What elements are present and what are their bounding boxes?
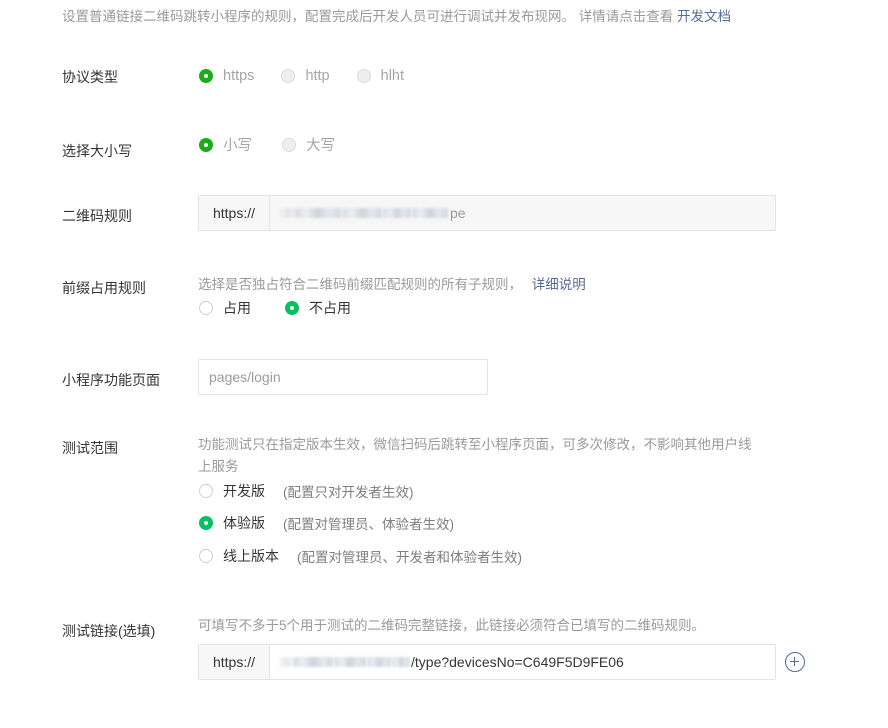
prefix-rule-hint: 选择是否独占符合二维码前缀匹配规则的所有子规则， 详细说明 <box>198 273 586 293</box>
radio-checked-icon <box>199 516 213 530</box>
radio-unchecked-icon <box>282 137 296 152</box>
scope-option-note: (配置对管理员、开发者和体验者生效) <box>297 550 522 565</box>
radio-unchecked-icon <box>199 484 213 498</box>
case-option-label: 小写 <box>223 138 252 154</box>
protocol-option-https[interactable]: https <box>199 68 254 84</box>
protocol-radio-group: https http hlht <box>199 68 404 84</box>
scope-label: 测试范围 <box>62 440 118 456</box>
page-input[interactable]: pages/login <box>198 359 488 395</box>
redacted-text <box>280 657 292 667</box>
redacted-text <box>383 208 411 218</box>
prefix-option-label: 占用 <box>223 300 251 316</box>
radio-checked-icon <box>199 69 213 83</box>
scope-option-label: 体验版 <box>223 515 265 531</box>
qr-rule-visible-suffix: pe <box>450 205 466 221</box>
protocol-label: 协议类型 <box>62 69 118 85</box>
intro-description: 设置普通链接二维码跳转小程序的规则，配置完成后开发人员可进行调试并发布现网。 详… <box>62 9 674 24</box>
radio-unchecked-icon <box>199 301 213 315</box>
scope-option-note: (配置对管理员、体验者生效) <box>283 517 454 532</box>
prefix-rule-label: 前缀占用规则 <box>62 280 146 296</box>
redacted-text <box>342 208 382 218</box>
test-link-visible-suffix: /type?devicesNo=C649F5D9FE06 <box>411 654 624 670</box>
qr-rule-label: 二维码规则 <box>62 208 132 224</box>
redacted-text <box>334 657 366 667</box>
protocol-option-label: http <box>305 68 330 84</box>
test-link-field[interactable]: /type?devicesNo=C649F5D9FE06 <box>270 645 624 679</box>
prefix-option-label: 不占用 <box>309 300 351 316</box>
protocol-option-http[interactable]: http <box>281 68 330 84</box>
redacted-text <box>412 208 448 218</box>
scope-hint-line1: 功能测试只在指定版本生效，微信扫码后跳转至小程序页面，可多次修改，不影响其他用户… <box>198 437 752 452</box>
protocol-option-hlht[interactable]: hlht <box>356 68 405 84</box>
redacted-text <box>280 208 294 218</box>
qr-rule-field: pe <box>270 196 466 230</box>
scope-option-label: 开发版 <box>223 483 265 499</box>
test-link-prefix: https:// <box>199 645 270 679</box>
intro-text: 设置普通链接二维码跳转小程序的规则，配置完成后开发人员可进行调试并发布现网。 详… <box>62 5 731 25</box>
protocol-option-label: https <box>223 68 255 84</box>
page-label: 小程序功能页面 <box>62 372 160 388</box>
scope-option-note: (配置只对开发者生效) <box>283 485 414 500</box>
radio-checked-icon <box>199 137 213 152</box>
redacted-text <box>392 657 410 667</box>
scope-hint: 功能测试只在指定版本生效，微信扫码后跳转至小程序页面，可多次修改，不影响其他用户… <box>198 434 798 478</box>
redacted-text <box>293 657 333 667</box>
scope-option-label: 线上版本 <box>223 548 279 564</box>
scope-option-release[interactable]: 线上版本 (配置对管理员、开发者和体验者生效) <box>199 546 522 566</box>
case-radio-group: 小写 大写 <box>199 134 335 155</box>
prefix-rule-hint-text: 选择是否独占符合二维码前缀匹配规则的所有子规则， <box>198 277 522 292</box>
prefix-option-occupy[interactable]: 占用 <box>199 298 251 318</box>
add-link-icon[interactable] <box>785 652 805 672</box>
scope-option-trial[interactable]: 体验版 (配置对管理员、体验者生效) <box>199 513 454 533</box>
case-option-lower[interactable]: 小写 <box>199 134 252 155</box>
dev-docs-link[interactable]: 开发文档 <box>677 9 731 24</box>
qr-rule-input-group: https:// pe <box>198 195 776 231</box>
detail-link[interactable]: 详细说明 <box>532 277 586 292</box>
qr-rule-prefix: https:// <box>199 196 270 230</box>
radio-unchecked-icon <box>356 69 371 83</box>
redacted-text <box>295 208 341 218</box>
scope-hint-line2: 上服务 <box>198 459 239 474</box>
prefix-option-not-occupy[interactable]: 不占用 <box>285 298 351 318</box>
case-option-upper[interactable]: 大写 <box>282 134 335 155</box>
test-link-hint: 可填写不多于5个用于测试的二维码完整链接，此链接必须符合已填写的二维码规则。 <box>198 618 706 633</box>
case-option-label: 大写 <box>306 138 335 154</box>
test-link-input-group[interactable]: https:// /type?devicesNo=C649F5D9FE06 <box>198 644 776 680</box>
prefix-rule-radio-group: 占用 不占用 <box>199 298 351 318</box>
radio-unchecked-icon <box>281 69 296 83</box>
radio-checked-icon <box>285 301 299 315</box>
protocol-option-label: hlht <box>380 68 405 84</box>
test-link-label: 测试链接(选填) <box>62 623 156 639</box>
redacted-text <box>367 657 391 667</box>
case-label: 选择大小写 <box>62 143 132 159</box>
radio-unchecked-icon <box>199 549 213 563</box>
scope-option-dev[interactable]: 开发版 (配置只对开发者生效) <box>199 481 414 501</box>
